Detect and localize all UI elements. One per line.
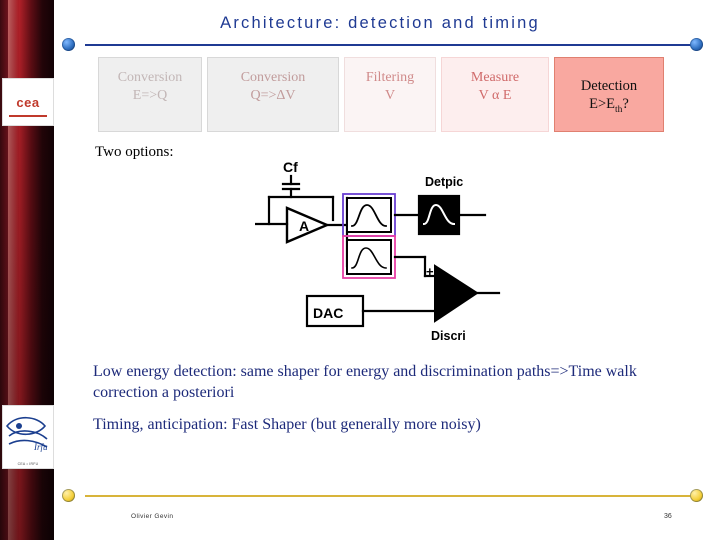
chain-box-measure[interactable]: Measure V α E xyxy=(441,57,549,132)
bullet-decor-bottom-left-icon xyxy=(62,489,75,502)
chain-box-line1: Detection xyxy=(580,78,638,94)
chain-box-filtering[interactable]: Filtering V xyxy=(344,57,436,132)
chain-box-line1: Conversion xyxy=(240,70,306,85)
chain-box-detection[interactable]: Detection E>Eth? xyxy=(554,57,664,132)
two-options-label: Two options: xyxy=(95,144,174,160)
chain-box-line1: Measure xyxy=(470,70,520,85)
label-cf: Cf xyxy=(283,159,298,175)
svg-text:Irfu: Irfu xyxy=(33,442,48,452)
footer-author: Olivier Gevin xyxy=(131,513,174,520)
label-plus-input: + xyxy=(426,264,434,279)
body-paragraph-low-energy: Low energy detection: same shaper for en… xyxy=(93,363,637,402)
title-divider xyxy=(85,44,693,46)
chain-box-conversion-eq[interactable]: Conversion E=>Q xyxy=(98,57,202,132)
bullet-decor-bottom-right-icon xyxy=(690,489,703,502)
irfu-logo-mark: Irfu xyxy=(5,416,48,452)
bullet-decor-top-right-icon xyxy=(690,38,703,51)
cea-logo: cea xyxy=(2,78,54,126)
page-title: Architecture: detection and timing xyxy=(220,14,540,32)
irfu-logo: Irfu CEA • IRFU xyxy=(2,405,54,469)
chain-box-line2: V α E xyxy=(478,87,512,103)
cea-logo-text: cea xyxy=(16,94,40,110)
label-detpic: Detpic xyxy=(425,175,463,189)
footer-page-number: 36 xyxy=(664,513,672,520)
body-paragraph-timing: Timing, anticipation: Fast Shaper (but g… xyxy=(93,416,481,433)
bullet-decor-top-left-icon xyxy=(62,38,75,51)
circuit-schematic: Cf A Detpic DAC + Discri xyxy=(255,158,505,348)
chain-box-line1: Filtering xyxy=(365,70,415,85)
chain-box-line2: Q=>ΔV xyxy=(250,87,296,103)
chain-box-line1: Conversion xyxy=(117,70,183,85)
footer-divider xyxy=(85,495,693,497)
chain-box-line2: V xyxy=(384,87,396,103)
chain-box-line2: E>Eth? xyxy=(589,96,629,116)
irfu-logo-caption: CEA • IRFU xyxy=(17,462,39,466)
chain-box-line2: E=>Q xyxy=(132,87,168,103)
label-amplifier: A xyxy=(299,218,309,234)
cea-logo-underline xyxy=(9,115,47,117)
circuit-schematic-svg: Cf A Detpic DAC + Discri xyxy=(255,159,501,343)
chain-box-conversion-qdv[interactable]: Conversion Q=>ΔV xyxy=(207,57,339,132)
label-discri: Discri xyxy=(431,329,466,343)
label-dac: DAC xyxy=(313,305,343,321)
processing-chain: Conversion E=>Q Conversion Q=>ΔV Filteri… xyxy=(98,57,664,132)
